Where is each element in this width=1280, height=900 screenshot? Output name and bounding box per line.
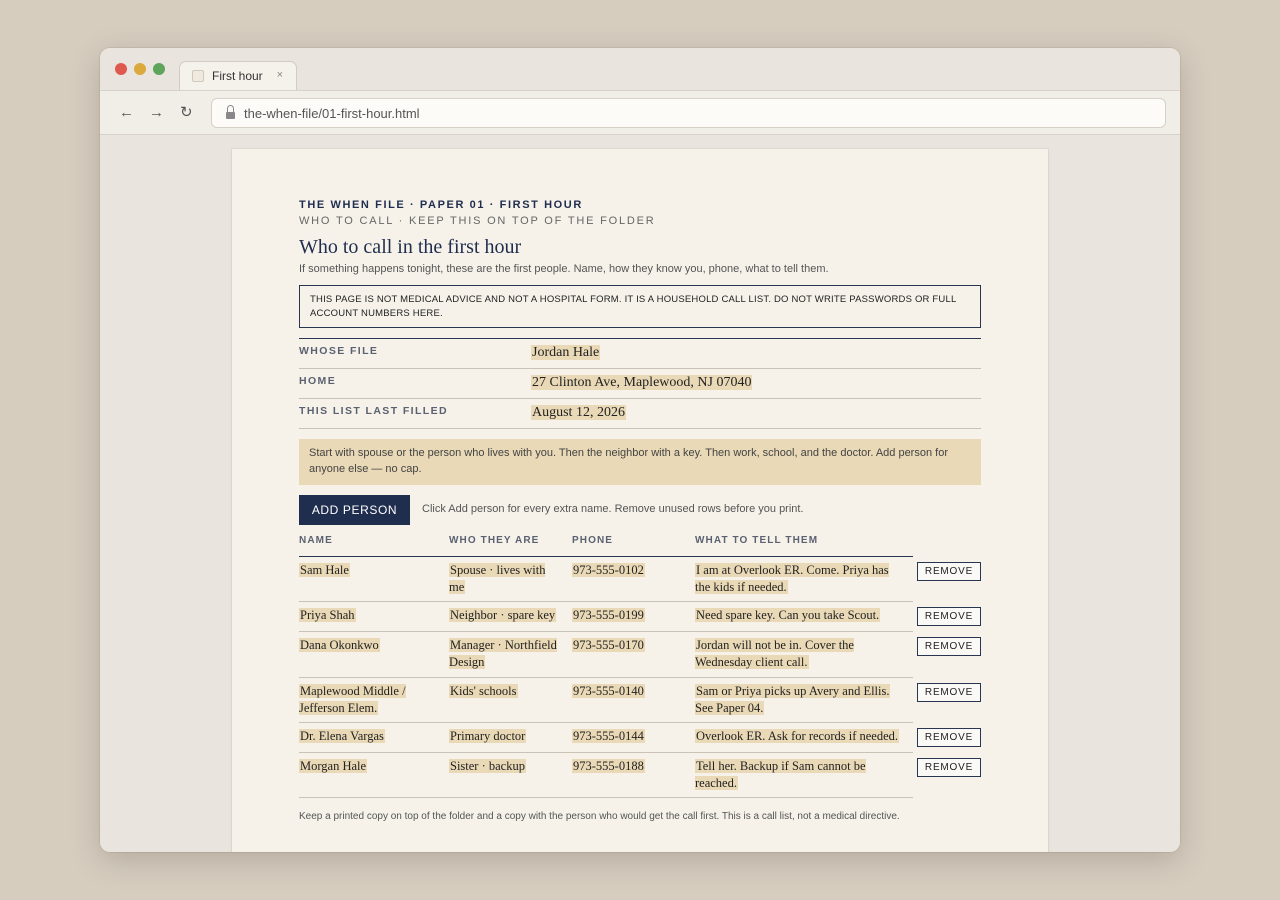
footnote: Keep a printed copy on top of the folder… (299, 811, 900, 822)
cell-who[interactable]: Sister · backup (449, 758, 564, 775)
remove-button[interactable]: REMOVE (917, 607, 981, 626)
browser-tab[interactable]: First hour × (179, 61, 297, 90)
browser-window: First hour × ← → ↻ the-when-file/01-firs… (100, 48, 1180, 852)
column-header-phone: PHONE (572, 535, 614, 546)
column-header-name: NAME (299, 535, 333, 546)
close-window-button[interactable] (115, 63, 127, 75)
cell-tell[interactable]: Need spare key. Can you take Scout. (695, 607, 900, 624)
table-row: Morgan Hale Sister · backup 973-555-0188… (299, 753, 981, 798)
field-last-filled: THIS LIST LAST FILLED August 12, 2026 (299, 399, 981, 429)
cell-name[interactable]: Morgan Hale (299, 758, 419, 775)
instructions-callout: Start with spouse or the person who live… (299, 439, 981, 485)
cell-phone[interactable]: 973-555-0170 (572, 637, 682, 654)
field-label: HOME (299, 375, 337, 387)
page-eyebrow: THE WHEN FILE · PAPER 01 · FIRST HOUR (299, 199, 583, 211)
disclaimer-notice: THIS PAGE IS NOT MEDICAL ADVICE AND NOT … (299, 285, 981, 328)
cell-name[interactable]: Dr. Elena Vargas (299, 728, 419, 745)
field-value[interactable]: 27 Clinton Ave, Maplewood, NJ 07040 (531, 375, 753, 391)
paper-sheet: THE WHEN FILE · PAPER 01 · FIRST HOUR WH… (232, 149, 1048, 852)
paper-content: THE WHEN FILE · PAPER 01 · FIRST HOUR WH… (299, 199, 981, 822)
cell-who[interactable]: Primary doctor (449, 728, 564, 745)
cell-who[interactable]: Kids' schools (449, 683, 564, 700)
add-person-hint: Click Add person for every extra name. R… (422, 503, 804, 515)
forward-arrow-icon[interactable]: → (149, 104, 164, 121)
cell-tell[interactable]: Jordan will not be in. Cover the Wednesd… (695, 637, 900, 671)
cell-name[interactable]: Dana Okonkwo (299, 637, 419, 654)
table-header: NAME WHO THEY ARE PHONE WHAT TO TELL THE… (299, 533, 913, 557)
cell-phone[interactable]: 973-555-0102 (572, 562, 682, 579)
page-title: Who to call in the first hour (299, 236, 522, 258)
field-value[interactable]: Jordan Hale (531, 345, 601, 361)
cell-who[interactable]: Manager · Northfield Design (449, 637, 564, 671)
browser-toolbar: ← → ↻ the-when-file/01-first-hour.html (100, 90, 1180, 135)
remove-button[interactable]: REMOVE (917, 758, 981, 777)
remove-button[interactable]: REMOVE (917, 637, 981, 656)
tab-title: First hour (212, 69, 263, 83)
remove-button[interactable]: REMOVE (917, 683, 981, 702)
add-person-button[interactable]: ADD PERSON (299, 495, 410, 525)
remove-button[interactable]: REMOVE (917, 728, 981, 747)
tab-close-icon[interactable]: × (277, 69, 283, 81)
page-icon (192, 70, 204, 82)
cell-who[interactable]: Spouse · lives with me (449, 562, 564, 596)
cell-phone[interactable]: 973-555-0188 (572, 758, 682, 775)
minimize-window-button[interactable] (134, 63, 146, 75)
cell-name[interactable]: Sam Hale (299, 562, 419, 579)
add-person-row: ADD PERSON Click Add person for every ex… (299, 495, 981, 525)
table-row: Dr. Elena Vargas Primary doctor 973-555-… (299, 723, 981, 753)
lock-icon (226, 105, 235, 119)
field-label: THIS LIST LAST FILLED (299, 405, 448, 417)
table-row: Maplewood Middle / Jefferson Elem. Kids'… (299, 678, 981, 723)
page-lede: If something happens tonight, these are … (299, 263, 829, 275)
cell-phone[interactable]: 973-555-0144 (572, 728, 682, 745)
url-text[interactable]: the-when-file/01-first-hour.html (244, 106, 420, 121)
remove-button[interactable]: REMOVE (917, 562, 981, 581)
table-row: Priya Shah Neighbor · spare key 973-555-… (299, 602, 981, 632)
cell-tell[interactable]: Overlook ER. Ask for records if needed. (695, 728, 900, 745)
cell-phone[interactable]: 973-555-0140 (572, 683, 682, 700)
field-label: WHOSE FILE (299, 345, 379, 357)
cell-tell[interactable]: Sam or Priya picks up Avery and Ellis. S… (695, 683, 900, 717)
cell-who[interactable]: Neighbor · spare key (449, 607, 564, 624)
cell-name[interactable]: Maplewood Middle / Jefferson Elem. (299, 683, 419, 717)
page-viewport: THE WHEN FILE · PAPER 01 · FIRST HOUR WH… (100, 135, 1180, 852)
field-whose-file: WHOSE FILE Jordan Hale (299, 339, 981, 369)
cell-tell[interactable]: I am at Overlook ER. Come. Priya has the… (695, 562, 900, 596)
cell-tell[interactable]: Tell her. Backup if Sam cannot be reache… (695, 758, 900, 792)
column-header-who: WHO THEY ARE (449, 535, 540, 546)
column-header-tell: WHAT TO TELL THEM (695, 535, 819, 546)
page-subeyebrow: WHO TO CALL · KEEP THIS ON TOP OF THE FO… (299, 215, 656, 227)
table-row: Dana Okonkwo Manager · Northfield Design… (299, 632, 981, 678)
cell-phone[interactable]: 973-555-0199 (572, 607, 682, 624)
address-bar[interactable]: the-when-file/01-first-hour.html (211, 98, 1166, 128)
reload-icon[interactable]: ↻ (180, 103, 193, 121)
table-row: Sam Hale Spouse · lives with me 973-555-… (299, 557, 981, 602)
field-value[interactable]: August 12, 2026 (531, 405, 626, 421)
maximize-window-button[interactable] (153, 63, 165, 75)
cell-name[interactable]: Priya Shah (299, 607, 419, 624)
title-bar: First hour × (100, 48, 1180, 90)
field-home: HOME 27 Clinton Ave, Maplewood, NJ 07040 (299, 369, 981, 399)
back-arrow-icon[interactable]: ← (119, 104, 134, 121)
